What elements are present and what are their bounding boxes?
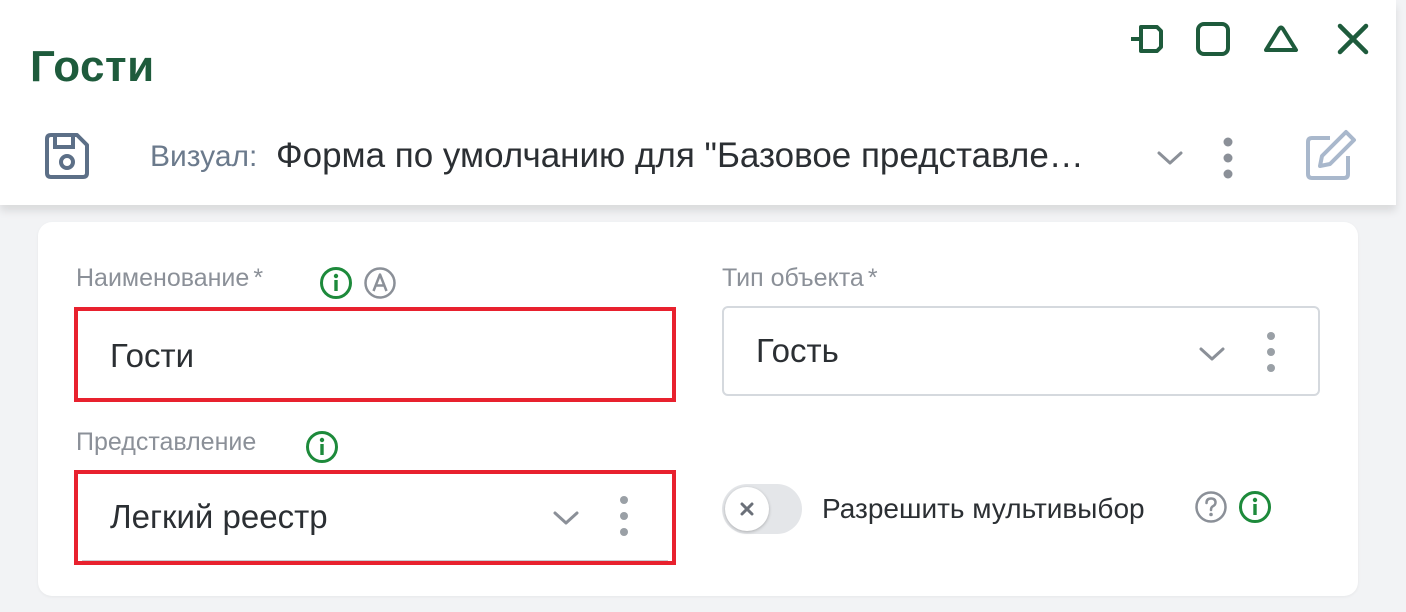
kebab-menu-icon — [1267, 332, 1275, 372]
info-icon — [320, 267, 352, 299]
view-info-button[interactable] — [305, 430, 339, 464]
kebab-menu-icon — [1223, 137, 1233, 179]
view-field-label: Представление — [76, 428, 257, 456]
pin-button[interactable] — [1126, 16, 1172, 62]
help-icon — [1195, 491, 1227, 523]
auto-a-icon — [364, 267, 396, 299]
multiselect-toggle[interactable] — [722, 484, 802, 534]
object-type-more-button[interactable] — [1256, 324, 1286, 380]
visual-more-button[interactable] — [1206, 132, 1250, 184]
close-icon — [1337, 23, 1369, 55]
multiselect-label: Разрешить мультивыбор — [822, 493, 1145, 524]
object-type-dropdown-button[interactable] — [1194, 336, 1230, 372]
name-autofill-button[interactable] — [363, 266, 397, 300]
form-header: Гости Визуал: Форма по умолчанию для "Ба… — [0, 0, 1396, 205]
page-title: Гости — [30, 42, 155, 91]
object-type-label: Тип объекта * — [722, 264, 878, 292]
toggle-knob — [725, 487, 769, 531]
object-type-value: Гость — [756, 332, 839, 369]
view-select-value: Легкий реестр — [110, 498, 328, 535]
multiselect-info-button[interactable] — [1238, 490, 1272, 524]
close-button[interactable] — [1330, 16, 1376, 62]
name-input[interactable]: Гости — [74, 307, 676, 402]
name-info-button[interactable] — [319, 266, 353, 300]
chevron-down-icon — [553, 511, 579, 525]
view-select[interactable]: Легкий реестр — [74, 470, 676, 565]
maximize-icon — [1196, 22, 1230, 56]
collapse-button[interactable] — [1258, 16, 1304, 62]
visual-label: Визуал: — [150, 140, 258, 173]
kebab-menu-icon — [620, 496, 628, 536]
info-icon — [1239, 491, 1271, 523]
view-more-button[interactable] — [609, 488, 639, 544]
chevron-down-icon — [1199, 347, 1225, 361]
edit-icon — [1306, 130, 1356, 180]
name-field-label: Наименование * — [76, 264, 264, 292]
object-type-select[interactable]: Гость — [722, 306, 1320, 396]
chevron-down-icon — [1157, 151, 1183, 165]
x-icon — [740, 502, 754, 516]
pin-icon — [1131, 25, 1163, 53]
edit-form-button[interactable] — [1298, 124, 1362, 188]
visual-select-value[interactable]: Форма по умолчанию для "Базовое представ… — [276, 136, 1084, 176]
save-button[interactable] — [36, 128, 96, 184]
save-icon — [45, 133, 89, 179]
multiselect-help-button[interactable] — [1194, 490, 1228, 524]
info-icon — [306, 431, 338, 463]
collapse-icon — [1264, 25, 1298, 52]
name-input-value: Гости — [110, 337, 195, 374]
view-dropdown-button[interactable] — [548, 500, 584, 536]
visual-dropdown-button[interactable] — [1150, 138, 1190, 178]
view-select-underline — [82, 560, 668, 561]
maximize-button[interactable] — [1190, 16, 1236, 62]
